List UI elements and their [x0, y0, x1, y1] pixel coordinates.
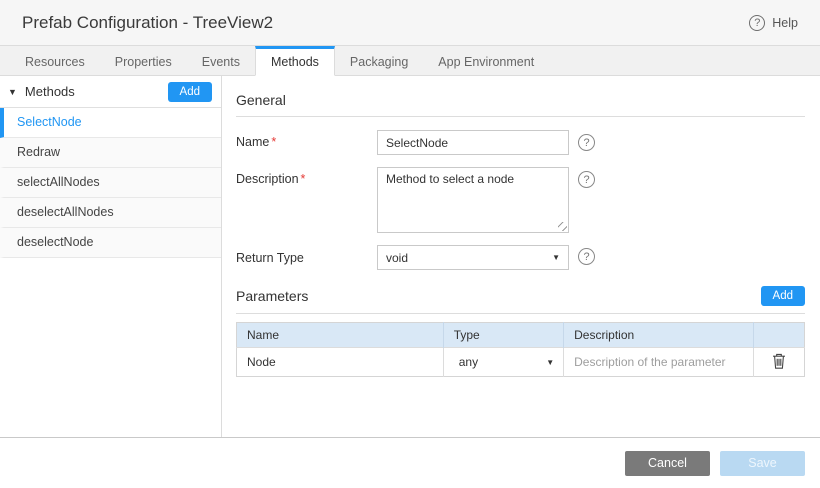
tab-properties[interactable]: Properties [100, 46, 187, 76]
return-type-form-row: Return Type void ▼ ? [236, 245, 805, 270]
column-header-actions [753, 323, 804, 348]
parameter-name-input[interactable] [237, 348, 443, 376]
dropdown-arrow-icon: ▼ [546, 358, 554, 367]
trash-icon [771, 352, 787, 370]
description-form-row: Description* Method to select a node ? [236, 167, 805, 233]
required-marker: * [271, 135, 276, 149]
column-header-name: Name [237, 323, 444, 348]
save-button[interactable]: Save [720, 451, 805, 476]
return-type-value: void [386, 251, 408, 265]
column-header-description: Description [564, 323, 754, 348]
tab-app-environment[interactable]: App Environment [423, 46, 549, 76]
required-marker: * [301, 172, 306, 186]
name-input[interactable] [377, 130, 569, 155]
tab-packaging[interactable]: Packaging [335, 46, 423, 76]
help-label: Help [772, 16, 798, 30]
delete-parameter-button[interactable] [767, 350, 791, 375]
methods-sidebar: ▼ Methods Add SelectNode Redraw selectAl… [0, 76, 222, 437]
general-section-heading: General [236, 86, 805, 117]
sidebar-item-redraw[interactable]: Redraw [0, 138, 221, 168]
parameters-heading: Parameters [236, 288, 308, 304]
help-icon: ? [749, 15, 765, 31]
name-help-icon[interactable]: ? [578, 134, 595, 151]
description-textarea[interactable]: Method to select a node [377, 167, 569, 233]
title-bar: Prefab Configuration - TreeView2 ? Help [0, 0, 820, 45]
sidebar-section-header: ▼ Methods Add [0, 76, 221, 108]
name-form-row: Name* ? [236, 130, 805, 155]
dialog-body: ▼ Methods Add SelectNode Redraw selectAl… [0, 76, 820, 437]
page-title: Prefab Configuration - TreeView2 [22, 13, 273, 33]
parameter-row: any ▼ [237, 348, 805, 377]
tab-bar: Resources Properties Events Methods Pack… [0, 45, 820, 76]
sidebar-item-selectnode[interactable]: SelectNode [0, 108, 221, 138]
parameters-table: Name Type Description any [236, 322, 805, 377]
collapse-caret-icon[interactable]: ▼ [8, 87, 17, 97]
parameter-type-value: any [459, 355, 478, 369]
parameters-section-header: Parameters Add [236, 284, 805, 314]
parameters-header-row: Name Type Description [237, 323, 805, 348]
description-help-icon[interactable]: ? [578, 171, 595, 188]
parameter-description-input[interactable] [564, 348, 753, 376]
return-type-help-icon[interactable]: ? [578, 248, 595, 265]
tab-bar-spacer [0, 46, 10, 76]
return-type-select[interactable]: void ▼ [377, 245, 569, 270]
sidebar-item-deselectallnodes[interactable]: deselectAllNodes [0, 198, 221, 228]
parameter-type-select[interactable]: any ▼ [444, 348, 563, 376]
tab-methods[interactable]: Methods [255, 46, 335, 76]
add-parameter-button[interactable]: Add [761, 286, 805, 306]
description-label: Description* [236, 167, 377, 186]
tab-bar-filler [549, 46, 820, 76]
help-link[interactable]: ? Help [749, 15, 798, 31]
sidebar-section-label: Methods [25, 84, 75, 99]
method-detail-panel: General Name* ? Description* Method to s… [222, 76, 820, 437]
sidebar-item-deselectnode[interactable]: deselectNode [0, 228, 221, 258]
description-textarea-wrap: Method to select a node [377, 167, 569, 233]
prefab-configuration-dialog: Prefab Configuration - TreeView2 ? Help … [0, 0, 820, 488]
dropdown-arrow-icon: ▼ [552, 253, 560, 262]
dialog-footer: Cancel Save [0, 437, 820, 488]
tab-resources[interactable]: Resources [10, 46, 100, 76]
name-label: Name* [236, 130, 377, 149]
cancel-button[interactable]: Cancel [625, 451, 710, 476]
return-type-label: Return Type [236, 245, 377, 265]
sidebar-item-selectallnodes[interactable]: selectAllNodes [0, 168, 221, 198]
tab-events[interactable]: Events [187, 46, 255, 76]
column-header-type: Type [443, 323, 563, 348]
add-method-button[interactable]: Add [168, 82, 212, 102]
